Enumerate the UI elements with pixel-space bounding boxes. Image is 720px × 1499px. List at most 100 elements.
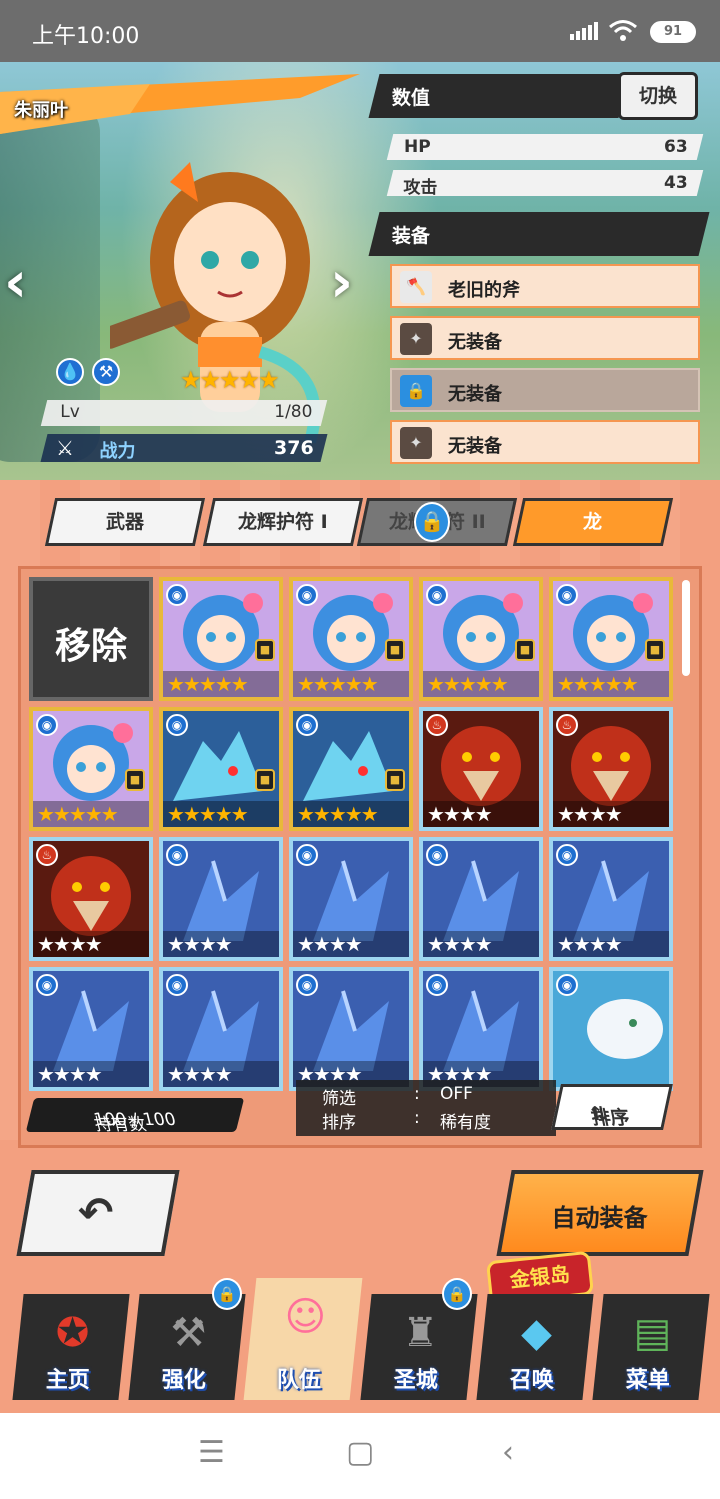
tab-weapon[interactable]: 武器 <box>44 498 206 546</box>
equipment-title: 装备 <box>391 225 430 247</box>
dragon-card[interactable]: ♨ ★★★★ <box>549 707 673 831</box>
dragon-card[interactable]: ♨ ★★★★ <box>29 837 153 961</box>
card-stars: ★★★★ <box>553 931 669 957</box>
empty-slot-icon: ✦ <box>400 427 432 459</box>
water-element-icon: ◉ <box>556 584 578 606</box>
water-element-icon: ◉ <box>556 974 578 996</box>
card-stars: ★★★★ <box>163 1061 279 1087</box>
dragon-card[interactable]: ◉ ★★★★ <box>419 837 543 961</box>
separator: : <box>414 1084 420 1104</box>
nav-label: 圣城 <box>393 1368 438 1393</box>
nav-menu[interactable]: ▤ 菜单 <box>592 1294 710 1400</box>
inventory-panel: 武器 龙辉护符 I 龙辉护符 II 🔒 龙 移除 ◉■★★★★★◉■★★★★★◉… <box>0 480 720 1413</box>
system-navigation-bar: ☰ ▢ ‹ <box>0 1413 720 1499</box>
lock-icon: ■ <box>645 639 665 661</box>
dragon-card[interactable]: ◉ ■ ★★★★★ <box>159 577 283 701</box>
lock-icon: ■ <box>255 639 275 661</box>
equipment-slot-label: 无装备 <box>448 436 502 457</box>
card-stars: ★★★★★ <box>163 801 279 827</box>
empty-slot-icon: ✦ <box>400 323 432 355</box>
card-stars: ★★★★★ <box>293 801 409 827</box>
nav-summon[interactable]: ◆ 召唤 <box>476 1294 594 1400</box>
tab-dragon[interactable]: 龙 <box>512 498 674 546</box>
nav-label: 召唤 <box>509 1368 554 1393</box>
dragon-card[interactable]: ◉ ■ ★★★★★ <box>289 707 413 831</box>
equipment-slot-1[interactable]: 🪓 老旧的斧 <box>390 264 700 308</box>
home-emblem-icon: ✪ <box>55 1310 90 1356</box>
dragon-card[interactable]: ◉ ■ ★★★★★ <box>159 707 283 831</box>
equipment-header: 装备 <box>368 212 710 256</box>
dragon-card[interactable]: ◉ ★★★★ <box>289 967 413 1091</box>
dragon-card[interactable]: ◉ ★★★★ <box>159 837 283 961</box>
water-element-icon: ◉ <box>296 584 318 606</box>
home-icon[interactable]: ▢ <box>346 1435 374 1470</box>
lock-icon: 🔒 <box>442 1278 472 1310</box>
dragon-card[interactable]: ◉ ■ ★★★★★ <box>289 577 413 701</box>
filter-value: OFF <box>440 1084 473 1104</box>
dragon-card[interactable]: ◉ ★★★★ <box>159 967 283 1091</box>
auto-equip-button[interactable]: 自动装备 <box>496 1170 704 1256</box>
fire-element-icon: ♨ <box>426 714 448 736</box>
dragon-card[interactable]: ◉ <box>549 967 673 1091</box>
level-label: Lv <box>60 402 80 422</box>
water-element-icon: ◉ <box>556 844 578 866</box>
sword-icon: ⚔ <box>56 436 74 460</box>
nav-team[interactable]: ☺ 队伍 <box>243 1278 363 1400</box>
tab-label: 龙辉护符 I <box>238 511 328 533</box>
lock-icon: ■ <box>385 639 405 661</box>
lock-icon: 🔒 <box>400 375 432 407</box>
equipment-slot-3[interactable]: 🔒 无装备 <box>390 368 700 412</box>
card-stars: ★★★★ <box>33 931 149 957</box>
character-attributes: 💧 ⚒ <box>56 358 120 386</box>
axe-icon: 🪓 <box>400 271 432 303</box>
dragon-card[interactable]: ◉ ★★★★ <box>419 967 543 1091</box>
card-stars: ★★★★★ <box>423 671 539 697</box>
dragon-card[interactable]: ♨ ★★★★ <box>419 707 543 831</box>
card-stars: ★★★★ <box>423 931 539 957</box>
dragon-grid: 移除 ◉ ■ ★★★★★ ◉ ■ ★★★★★ ◉ ■ ★★★★★ ◉ ■ ★★★★★ ◉ ■ ★★★★★ ◉ ■… <box>18 566 702 1148</box>
team-icon: ☺ <box>284 1294 327 1340</box>
status-time: 上午10:00 <box>32 24 140 49</box>
card-stars: ★★★★ <box>423 801 539 827</box>
scrollbar-thumb[interactable] <box>682 580 690 676</box>
water-element-icon: ◉ <box>166 584 188 606</box>
recent-apps-icon[interactable]: ☰ <box>198 1435 225 1470</box>
dragon-card[interactable]: ◉ ★★★★ <box>549 837 673 961</box>
remove-button[interactable]: 移除 <box>29 577 153 701</box>
back-icon[interactable]: ‹ <box>502 1435 514 1470</box>
stat-row-attack: 攻击 43 <box>386 170 704 198</box>
dragon-card[interactable]: ◉ ■ ★★★★★ <box>29 707 153 831</box>
stats-header: 数值 <box>368 74 630 118</box>
nav-home[interactable]: ✪ 主页 <box>12 1294 130 1400</box>
water-element-icon: ◉ <box>296 714 318 736</box>
equipment-slot-2[interactable]: ✦ 无装备 <box>390 316 700 360</box>
switch-button[interactable]: 切换 <box>618 72 698 120</box>
card-stars: ★★★★★ <box>163 671 279 697</box>
card-stars: ★★★★★ <box>553 671 669 697</box>
status-bar: 上午10:00 91 <box>0 0 720 62</box>
dragon-card[interactable]: ◉ ★★★★ <box>289 837 413 961</box>
name-banner <box>0 74 360 134</box>
battery-indicator: 91 <box>650 21 696 43</box>
fire-element-icon: ♨ <box>556 714 578 736</box>
prev-character-arrow-icon[interactable]: ‹ <box>4 250 27 315</box>
water-element-icon: ◉ <box>296 844 318 866</box>
nav-holy-city[interactable]: ♜ 圣城 <box>360 1294 478 1400</box>
equipment-slot-label: 无装备 <box>448 384 502 405</box>
character-showcase: 朱丽叶 ‹ › 💧 ⚒ ★★★★★ Lv 1/80 ⚔ 战力 376 数值 切换… <box>0 62 720 480</box>
owned-count: 持有数 100 / 100 <box>25 1098 245 1135</box>
sort-button[interactable]: ⇅ 排序 <box>551 1084 673 1130</box>
dragon-card[interactable]: ◉ ★★★★ <box>29 967 153 1091</box>
water-element-icon: ◉ <box>166 844 188 866</box>
dragon-card[interactable]: ◉ ■ ★★★★★ <box>549 577 673 701</box>
equipment-slot-4[interactable]: ✦ 无装备 <box>390 420 700 464</box>
card-stars: ★★★★ <box>33 1061 149 1087</box>
back-button[interactable]: ↶ <box>16 1170 180 1256</box>
remove-label: 移除 <box>54 626 127 667</box>
water-element-icon: ◉ <box>426 584 448 606</box>
water-element-icon: ◉ <box>296 974 318 996</box>
tab-label: 龙 <box>583 511 603 533</box>
water-element-icon: ◉ <box>166 974 188 996</box>
dragon-card[interactable]: ◉ ■ ★★★★★ <box>419 577 543 701</box>
tab-amulet-1[interactable]: 龙辉护符 I <box>202 498 364 546</box>
